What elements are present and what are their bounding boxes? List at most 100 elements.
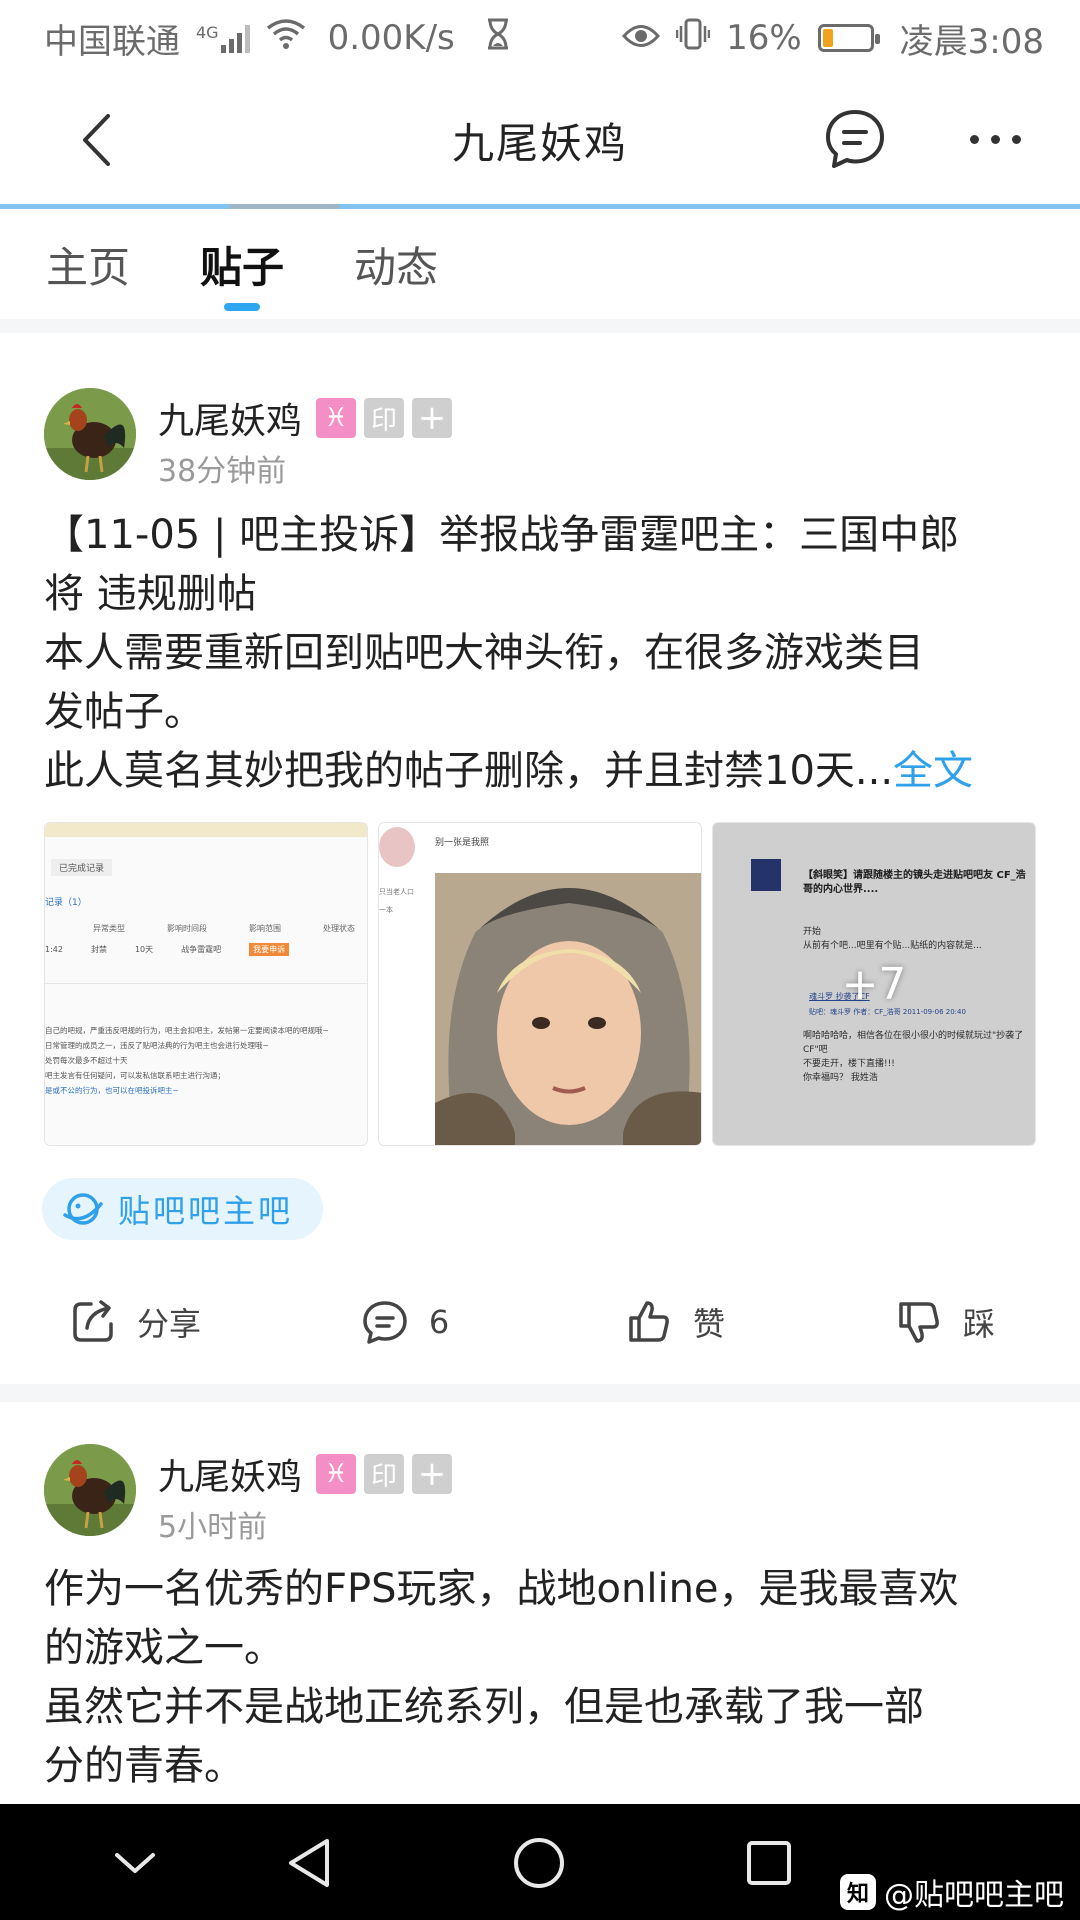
screenshot-tab: 已完成记录	[51, 859, 113, 876]
nav-home-button[interactable]	[504, 1832, 574, 1894]
wifi-icon	[266, 18, 306, 59]
post-header: 九尾妖鸡 ♓ 印 + 5小时前	[44, 1444, 1044, 1545]
watermark: 知 @贴吧吧主吧	[840, 1870, 1064, 1914]
post-line: 的游戏之一。	[44, 1625, 284, 1671]
avatar[interactable]	[44, 1444, 136, 1536]
thumbs-down-icon	[899, 1302, 939, 1343]
screenshot-cell: 我要申诉	[249, 943, 290, 956]
post-line: 分的青春。	[44, 1743, 244, 1789]
screenshot-note: 处罚每次最多不超过十天	[45, 1056, 128, 1065]
more-images-count: +7	[841, 958, 907, 1010]
author-name[interactable]: 九尾妖鸡	[158, 1448, 302, 1500]
screenshot-records: 记录（1）	[45, 898, 87, 908]
message-icon	[826, 110, 884, 168]
screenshot-note: 日常管理的成员之一，违反了贴吧法典的行为吧主也会进行处理哦~	[45, 1041, 269, 1050]
status-left: 中国联通 4G 0.00K/s	[44, 14, 511, 63]
post-line: 本人需要重新回到贴吧大神头衔，在很多游戏类目	[44, 630, 924, 676]
forum-tag[interactable]: 贴吧吧主吧	[42, 1178, 324, 1240]
tab-posts[interactable]: 贴子	[200, 209, 284, 319]
divider	[0, 319, 1080, 333]
back-button[interactable]	[66, 108, 126, 172]
post-line-last: 此人莫名其妙把我的帖子删除，并且封禁10天...全文	[44, 742, 1044, 801]
plus-badge-icon: +	[412, 398, 453, 438]
screenshot-cell: 1:42	[45, 945, 63, 954]
screenshot-note: 是或不公的行为，也可以在吧投诉吧主~	[45, 1086, 179, 1095]
clock: 凌晨3:08	[899, 21, 1044, 62]
like-button[interactable]: 赞	[540, 1284, 810, 1360]
pisces-badge-icon: ♓	[316, 398, 357, 438]
selfie-caption: 别一张是我照	[435, 838, 490, 848]
avatar[interactable]	[44, 388, 136, 480]
pisces-badge-icon: ♓	[316, 1454, 357, 1494]
seal-badge-icon: 印	[364, 398, 405, 438]
selfie-photo	[435, 873, 701, 1145]
share-icon	[73, 1300, 113, 1342]
comment-icon	[363, 1301, 407, 1344]
hourglass-icon	[485, 18, 511, 59]
battery-icon	[817, 24, 880, 52]
post-line: 发帖子。	[44, 689, 204, 735]
seal-badge-icon: 印	[364, 1454, 405, 1494]
selfie-side-label: 一本	[379, 906, 393, 914]
network-speed: 0.00K/s	[327, 18, 455, 58]
screenshot-cell: 10天	[134, 945, 154, 954]
post-image-selfie[interactable]: 别一张是我照 只当老人口 一本	[378, 822, 702, 1146]
fulltext-link[interactable]: 全文	[893, 748, 973, 794]
forum-tag-label: 贴吧吧主吧	[118, 1192, 294, 1230]
home-circle-icon	[514, 1838, 564, 1888]
post-line: 作为一名优秀的FPS玩家，战地online，是我最喜欢	[44, 1566, 959, 1612]
screenshot-note: 吧主发言有任何疑问，可以发私信联系吧主进行沟通；	[45, 1071, 225, 1080]
comment-button[interactable]: 6	[270, 1284, 540, 1360]
collapse-icon	[115, 1853, 155, 1873]
tab-home[interactable]: 主页	[46, 209, 130, 319]
plus-badge-icon: +	[412, 1454, 453, 1494]
post-header: 九尾妖鸡 ♓ 印 + 38分钟前	[44, 388, 1044, 489]
screenshot-note: 自己的吧规，严重违反吧规的行为，吧主会扣吧主，发帖第一定要阅读本吧的吧规哦~	[45, 1026, 329, 1035]
more-button[interactable]	[960, 116, 1030, 162]
back-triangle-icon	[289, 1839, 329, 1887]
network-type: 4G	[196, 23, 219, 42]
rooster-avatar-image	[44, 388, 136, 480]
comment-count: 6	[428, 1303, 450, 1341]
post-body[interactable]: 作为一名优秀的FPS玩家，战地online，是我最喜欢 的游戏之一。 虽然它并不…	[44, 1560, 1044, 1796]
post-actions: 分享 6 赞 踩	[0, 1284, 1080, 1360]
screenshot-notes: 自己的吧规，严重违反吧规的行为，吧主会扣吧主，发帖第一定要阅读本吧的吧规哦~ 日…	[45, 1023, 367, 1098]
nav-back-button[interactable]	[274, 1832, 344, 1894]
post-line: 【11-05 | 吧主投诉】举报战争雷霆吧主：三国中郎	[44, 512, 960, 558]
eye-icon	[622, 18, 661, 58]
post-body[interactable]: 【11-05 | 吧主投诉】举报战争雷霆吧主：三国中郎 将 违规删帖 本人需要重…	[44, 506, 1044, 801]
author-line: 九尾妖鸡 ♓ 印 +	[158, 1448, 453, 1500]
share-button[interactable]: 分享	[0, 1284, 270, 1360]
like-label: 赞	[692, 1305, 725, 1343]
collapse-button[interactable]	[100, 1832, 170, 1894]
screenshot-cell: 战争雷霆吧	[181, 945, 222, 954]
zhihu-logo-icon: 知	[840, 1874, 876, 1910]
post-line: 此人莫名其妙把我的帖子删除，并且封禁10天...	[44, 748, 894, 794]
back-icon	[83, 114, 110, 166]
planet-icon	[63, 1193, 103, 1225]
vibrate-icon	[675, 17, 711, 60]
divider	[0, 1384, 1080, 1402]
author-name[interactable]: 九尾妖鸡	[158, 392, 302, 444]
more-icon-dot	[990, 134, 1000, 144]
rooster-avatar-image	[44, 1444, 136, 1536]
tab-activity[interactable]: 动态	[354, 209, 438, 319]
status-bar: 中国联通 4G 0.00K/s 16% 凌晨3:08	[0, 0, 1080, 76]
post-image-screenshot[interactable]: 已完成记录 记录（1） 异常类型 影响时间段 影响范围 处理状态 1:42 封禁…	[44, 822, 368, 1146]
nav-recents-button[interactable]	[734, 1832, 804, 1894]
screenshot-header-cell: 处理状态	[323, 924, 355, 933]
message-button[interactable]	[822, 106, 888, 172]
dislike-button[interactable]: 踩	[810, 1284, 1080, 1360]
screenshot-cell: 封禁	[90, 945, 107, 954]
header: 九尾妖鸡	[0, 76, 1080, 204]
recents-square-icon	[747, 1841, 791, 1885]
selfie-side-label: 只当老人口	[379, 888, 414, 896]
post-image-more[interactable]: 【斜眼笑】请跟随楼主的镜头走进贴吧吧友 CF_浩哥的内心世界.... 开始 从前…	[712, 822, 1036, 1146]
share-label: 分享	[136, 1305, 201, 1343]
page-title: 九尾妖鸡	[451, 118, 628, 168]
screenshot-table-header: 异常类型 影响时间段 影响范围 处理状态	[93, 923, 367, 934]
more-icon-dot	[1011, 134, 1021, 144]
battery-fill	[822, 29, 833, 47]
thumbs-up-icon	[629, 1301, 669, 1342]
screenshot-table-row: 1:42 封禁 10天 战争雷霆吧 我要申诉	[45, 943, 367, 956]
